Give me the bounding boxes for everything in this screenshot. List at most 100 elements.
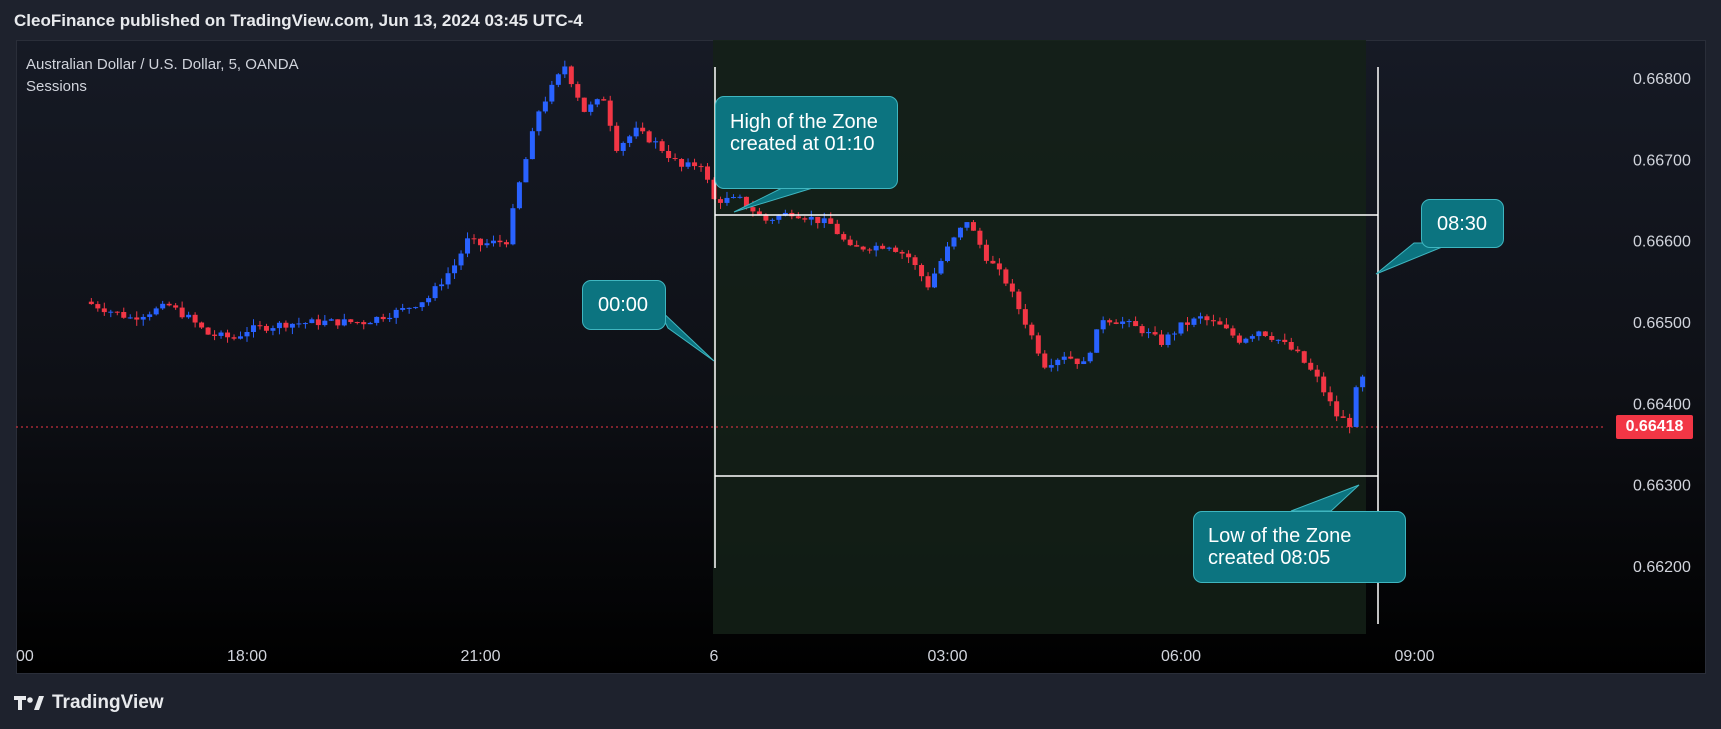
candle-body: [413, 307, 419, 309]
candle-body: [860, 246, 866, 250]
candle-body: [536, 111, 542, 132]
candle-body: [659, 141, 665, 151]
candle-body: [95, 304, 101, 309]
publisher-header: CleoFinance published on TradingView.com…: [14, 11, 583, 30]
candle-body: [588, 104, 594, 112]
candle-body: [445, 273, 451, 285]
candle-body: [1009, 283, 1015, 292]
candle-body: [679, 159, 685, 167]
candle-body: [964, 222, 970, 228]
candle-body: [452, 265, 458, 274]
candle-body: [1243, 338, 1249, 343]
candle-body: [996, 263, 1002, 270]
candle-body: [977, 230, 983, 245]
candle-body: [1029, 324, 1035, 336]
candle-body: [490, 240, 496, 244]
candle-body: [672, 158, 678, 160]
candle-body: [302, 323, 308, 325]
candle-body: [121, 312, 127, 318]
candle-body: [484, 243, 490, 246]
candle-body: [374, 316, 380, 323]
candle-body: [594, 99, 600, 105]
candle-body: [140, 316, 146, 320]
candle-body: [1094, 329, 1100, 353]
candle-body: [322, 320, 328, 326]
candle-body: [957, 227, 963, 238]
candle-body: [114, 311, 120, 313]
zone-low-callout: Low of the Zone created 08:05: [1193, 511, 1406, 583]
candle-body: [387, 317, 393, 320]
candle-body: [497, 240, 503, 243]
candle-body: [1210, 320, 1216, 322]
candle-body: [309, 319, 315, 324]
candle-body: [108, 311, 114, 313]
candle-body: [1236, 335, 1242, 343]
candle-body: [795, 216, 801, 219]
candle-body: [471, 238, 477, 240]
candle-body: [828, 218, 834, 224]
candle-body: [601, 99, 607, 101]
candle-body: [315, 319, 321, 326]
time-axis: 00 18:00 21:00 6 03:00 06:00 09:00: [16, 648, 1435, 665]
candle-body: [328, 319, 334, 321]
candle-body: [717, 199, 723, 203]
candle-body: [419, 302, 425, 308]
candle-body: [250, 325, 256, 333]
candle-body: [776, 215, 782, 220]
candle-body: [179, 307, 185, 318]
candle-body: [1133, 321, 1139, 327]
candle-body: [815, 216, 821, 224]
candle-body: [808, 216, 814, 220]
candle-body: [276, 322, 282, 329]
time-tick-label: 06:00: [1161, 648, 1201, 665]
candle-body: [1230, 328, 1236, 336]
candle-body: [653, 141, 659, 143]
candle-body: [1100, 320, 1106, 330]
candle-body: [1334, 401, 1340, 417]
current-price-tag: 0.66418: [1616, 415, 1693, 439]
candle-body: [1295, 349, 1301, 352]
candle-body: [1107, 320, 1113, 323]
candle-body: [633, 127, 639, 137]
candle-body: [1172, 333, 1178, 335]
candle-body: [88, 301, 94, 305]
candle-body: [283, 322, 289, 328]
candle-body: [478, 238, 483, 246]
price-axis: 0.66800 0.66700 0.66600 0.66500 0.66400 0.663…: [1633, 71, 1691, 576]
candle-body: [1178, 322, 1184, 334]
candle-body: [1197, 316, 1203, 319]
candle-body: [1120, 321, 1126, 324]
candle-body: [1016, 291, 1022, 310]
price-tick-label: 0.66800: [1633, 71, 1691, 88]
candle-body: [263, 325, 269, 331]
candle-body: [1022, 309, 1028, 325]
candle-body: [951, 237, 957, 247]
candle-body: [705, 166, 711, 180]
candle-body: [1003, 269, 1009, 284]
candle-body: [1217, 321, 1223, 325]
candle-body: [925, 276, 931, 288]
candle-body: [1256, 331, 1262, 337]
candle-body: [880, 245, 886, 249]
candle-body: [1308, 362, 1314, 370]
time-tick-label: 18:00: [227, 648, 267, 665]
candle-body: [666, 150, 672, 159]
zone-high-callout: High of the Zone created at 01:10: [715, 96, 898, 189]
candle-body: [542, 101, 548, 112]
candle-body: [335, 319, 341, 326]
candle-body: [523, 159, 529, 183]
candle-body: [841, 234, 847, 240]
price-tick-label: 0.66400: [1633, 396, 1691, 413]
candle-body: [361, 322, 367, 325]
candle-body: [1042, 353, 1048, 368]
candle-body: [1139, 326, 1145, 334]
candle-body: [426, 298, 432, 303]
candle-body: [257, 325, 263, 327]
candle-body: [932, 273, 938, 288]
chart-legend: Australian Dollar / U.S. Dollar, 5, OAND…: [26, 54, 299, 98]
candle-body: [134, 317, 140, 320]
candle-body: [919, 265, 925, 277]
candle-body: [581, 97, 587, 112]
price-tick-label: 0.66600: [1633, 234, 1691, 251]
candle-body: [730, 197, 736, 199]
